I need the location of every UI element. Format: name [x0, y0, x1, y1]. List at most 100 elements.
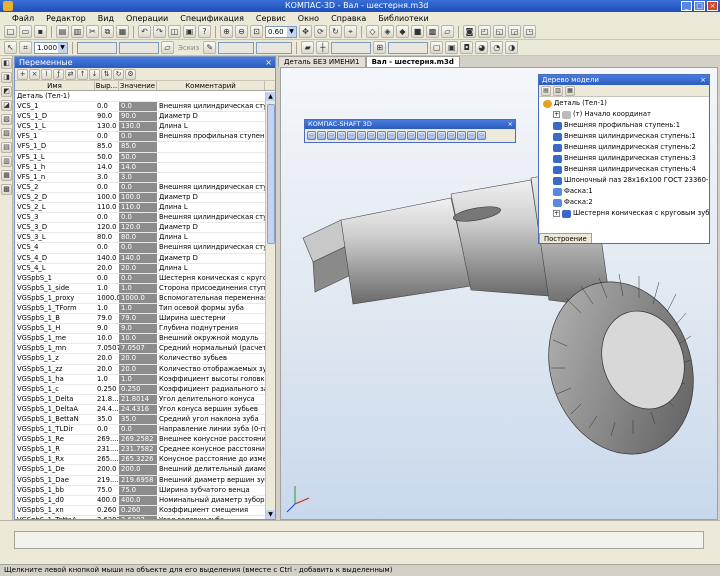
variable-row[interactable]: VGSpbS_1_xn 0.260 0.260 Коэффициент смещени…	[15, 505, 265, 516]
wireframe-icon[interactable]: ◇	[366, 25, 379, 38]
variable-row[interactable]: VGSpbS_1_TLDir 0.0 0.0 Направление линии зу…	[15, 425, 265, 436]
settings-icon[interactable]: ⚙	[125, 68, 136, 80]
tree-item[interactable]: Внешняя цилиндрическая ступень:4	[539, 164, 709, 175]
function-icon[interactable]: ƒ	[53, 68, 64, 80]
variable-row[interactable]: VGSpbS_1_H 9.0 9.0 Глубина поднутрения	[15, 324, 265, 335]
zoom-out-icon[interactable]: ⊖	[235, 25, 248, 38]
menu-specification[interactable]: Спецификация	[174, 14, 250, 23]
variable-expression[interactable]: 3.0	[95, 173, 119, 182]
variable-row[interactable]: VGSpbS_1_Re 269.... 269.2582 Внешнее конусн…	[15, 435, 265, 446]
normal-view-icon[interactable]: ◔	[490, 41, 504, 54]
style-combo[interactable]	[119, 41, 159, 54]
variable-row[interactable]: VGSpbS_1_c 0.250 0.250 Коэффициент радиальн…	[15, 384, 265, 395]
tab-untitled-part[interactable]: Деталь БЕЗ ИМЕНИ1	[278, 56, 366, 67]
menu-operations[interactable]: Операции	[120, 14, 174, 23]
tree-item[interactable]: Фаска:2	[539, 197, 709, 208]
shaft-settings-icon[interactable]: ▭	[437, 131, 446, 140]
shaft-groove-icon[interactable]: ▭	[397, 131, 406, 140]
variable-row[interactable]: VGSpbS_1_ha 1.0 1.0 Коэффициент высоты голо…	[15, 374, 265, 385]
chevron-down-icon[interactable]: ▼	[287, 26, 296, 37]
plane-icon[interactable]: ▰	[301, 41, 315, 54]
variable-expression[interactable]: 20.0	[95, 365, 119, 374]
variable-expression[interactable]: 0.0	[95, 132, 119, 141]
external-icon[interactable]: ⇄	[65, 68, 76, 80]
sort-icon[interactable]: ⇅	[101, 68, 112, 80]
header-name[interactable]: Имя	[15, 81, 95, 90]
variable-expression[interactable]: 85.0	[95, 142, 119, 151]
open-folder-icon[interactable]: ▭	[19, 25, 32, 38]
variable-row[interactable]: VCS_3_L 80.0 80.0 Длина L	[15, 233, 265, 244]
help-icon[interactable]: ?	[198, 25, 211, 38]
variable-row[interactable]: VCS_40.00.0Внешняя цилиндрическая ступен…	[15, 243, 265, 254]
tree-item[interactable]: Шпоночный паз 28x16x100 ГОСТ 23360-78	[539, 175, 709, 186]
close-icon[interactable]: ×	[508, 120, 513, 129]
variable-expression[interactable]: 0.0	[95, 425, 119, 434]
variable-expression[interactable]: 1000.0	[95, 294, 119, 303]
variable-row[interactable]: VGSpbS_1_mn 7.0507 7.0507 Средний нормальны…	[15, 344, 265, 355]
variable-expression[interactable]: 50.0	[95, 153, 119, 162]
new-document-icon[interactable]: □	[4, 25, 17, 38]
tree-filter-icon[interactable]: ▥	[553, 85, 563, 96]
orient-icon[interactable]: ⌖	[344, 25, 357, 38]
coord-x-field[interactable]	[218, 41, 255, 54]
variable-row[interactable]: VFS_1_D 85.0 85.0	[15, 142, 265, 153]
zoom-combo[interactable]: 0.60 ▼	[265, 25, 297, 38]
variable-row[interactable]: VGSpbS_1_zz 20.0 20.0 Количество отображаем…	[15, 364, 265, 375]
print-icon[interactable]: ▤	[56, 25, 69, 38]
sketch-icon[interactable]: ◰	[478, 25, 491, 38]
variable-row[interactable]: VCS_2_L 110.0 110.0 Длина L	[15, 203, 265, 214]
model-tree-title[interactable]: Дерево модели ×	[539, 75, 709, 85]
tree-item[interactable]: Внешняя цилиндрическая ступень:1	[539, 131, 709, 142]
variable-expression[interactable]: 231....	[95, 445, 119, 454]
minimize-button[interactable]: _	[681, 1, 692, 11]
layer-combo[interactable]	[77, 41, 117, 54]
scroll-down-icon[interactable]: ▼	[266, 510, 275, 519]
maximize-button[interactable]: □	[694, 1, 705, 11]
add-variable-icon[interactable]: +	[17, 68, 28, 80]
variable-expression[interactable]: 0.260	[95, 506, 119, 515]
view-top-icon[interactable]: ▣	[445, 41, 459, 54]
variable-expression[interactable]: 90.0	[95, 112, 119, 121]
variable-expression[interactable]: 120.0	[95, 223, 119, 232]
measure-icon[interactable]: ◱	[493, 25, 506, 38]
variable-expression[interactable]: 0.0	[95, 102, 119, 111]
variable-row[interactable]: VGSpbS_1_bb 75.0 75.0 Ширина зубчатого венц…	[15, 485, 265, 496]
zoom-in-icon[interactable]: ⊕	[220, 25, 233, 38]
close-icon[interactable]: ×	[265, 57, 272, 68]
variable-row[interactable]: VGSpbS_1 0.0 0.0 Шестерня коническая с круг…	[15, 273, 265, 284]
variable-expression[interactable]: 0.0	[95, 213, 119, 222]
print-preview-icon[interactable]: ▥	[71, 25, 84, 38]
designations-icon[interactable]: ▤	[1, 142, 12, 153]
variable-row[interactable]: VGSpbS_1_R 231.... 231.7582 Среднее конусно…	[15, 445, 265, 456]
variable-row[interactable]: VGSpbS_1_d0 400.0 400.0 Номинальный диаметр…	[15, 495, 265, 506]
tab-shaft-gear[interactable]: Вал - шестерня.m3d	[365, 56, 460, 67]
variable-row[interactable]: VGSpbS_1_side 1.0 1.0 Сторона присоединения…	[15, 283, 265, 294]
coord-y-field[interactable]	[256, 41, 293, 54]
variable-expression[interactable]: 110.0	[95, 203, 119, 212]
variable-expression[interactable]: 140.0	[95, 254, 119, 263]
variable-expression[interactable]: 7.0507	[95, 344, 119, 353]
variable-row[interactable]: VFS_1_n 3.0 3.0	[15, 172, 265, 183]
tree-item[interactable]: Фаска:1	[539, 186, 709, 197]
menu-window[interactable]: Окно	[292, 14, 325, 23]
variable-expression[interactable]: 0.0	[95, 243, 119, 252]
shaft-spline-icon[interactable]: ▭	[407, 131, 416, 140]
variable-row[interactable]: VGSpbS_1_De 200.0 200.0 Внешний делительный…	[15, 465, 265, 476]
variable-expression[interactable]: 400.0	[95, 496, 119, 505]
properties-icon[interactable]: ◫	[168, 25, 181, 38]
variable-row[interactable]: VGSpbS_1_TForm 1.0 1.0 Тип осевой формы зуб…	[15, 303, 265, 315]
variable-expression[interactable]: 21.8...	[95, 395, 119, 404]
variable-expression[interactable]: 1.0	[95, 375, 119, 384]
shaft-help-icon[interactable]: ▭	[447, 131, 456, 140]
paste-icon[interactable]: ▦	[116, 25, 129, 38]
save-icon[interactable]: ▪	[34, 25, 47, 38]
arrays-icon[interactable]: ◪	[1, 100, 12, 111]
redo-icon[interactable]: ↷	[153, 25, 166, 38]
mass-icon[interactable]: ◲	[508, 25, 521, 38]
menu-service[interactable]: Сервис	[250, 14, 292, 23]
sketch-mode-icon[interactable]: ▱	[161, 41, 174, 54]
tree-item[interactable]: Внешняя цилиндрическая ступень:2	[539, 142, 709, 153]
snap-icon[interactable]: ⌗	[19, 41, 32, 54]
rotate-icon[interactable]: ⟳	[314, 25, 327, 38]
hidden-lines-icon[interactable]: ◈	[381, 25, 394, 38]
